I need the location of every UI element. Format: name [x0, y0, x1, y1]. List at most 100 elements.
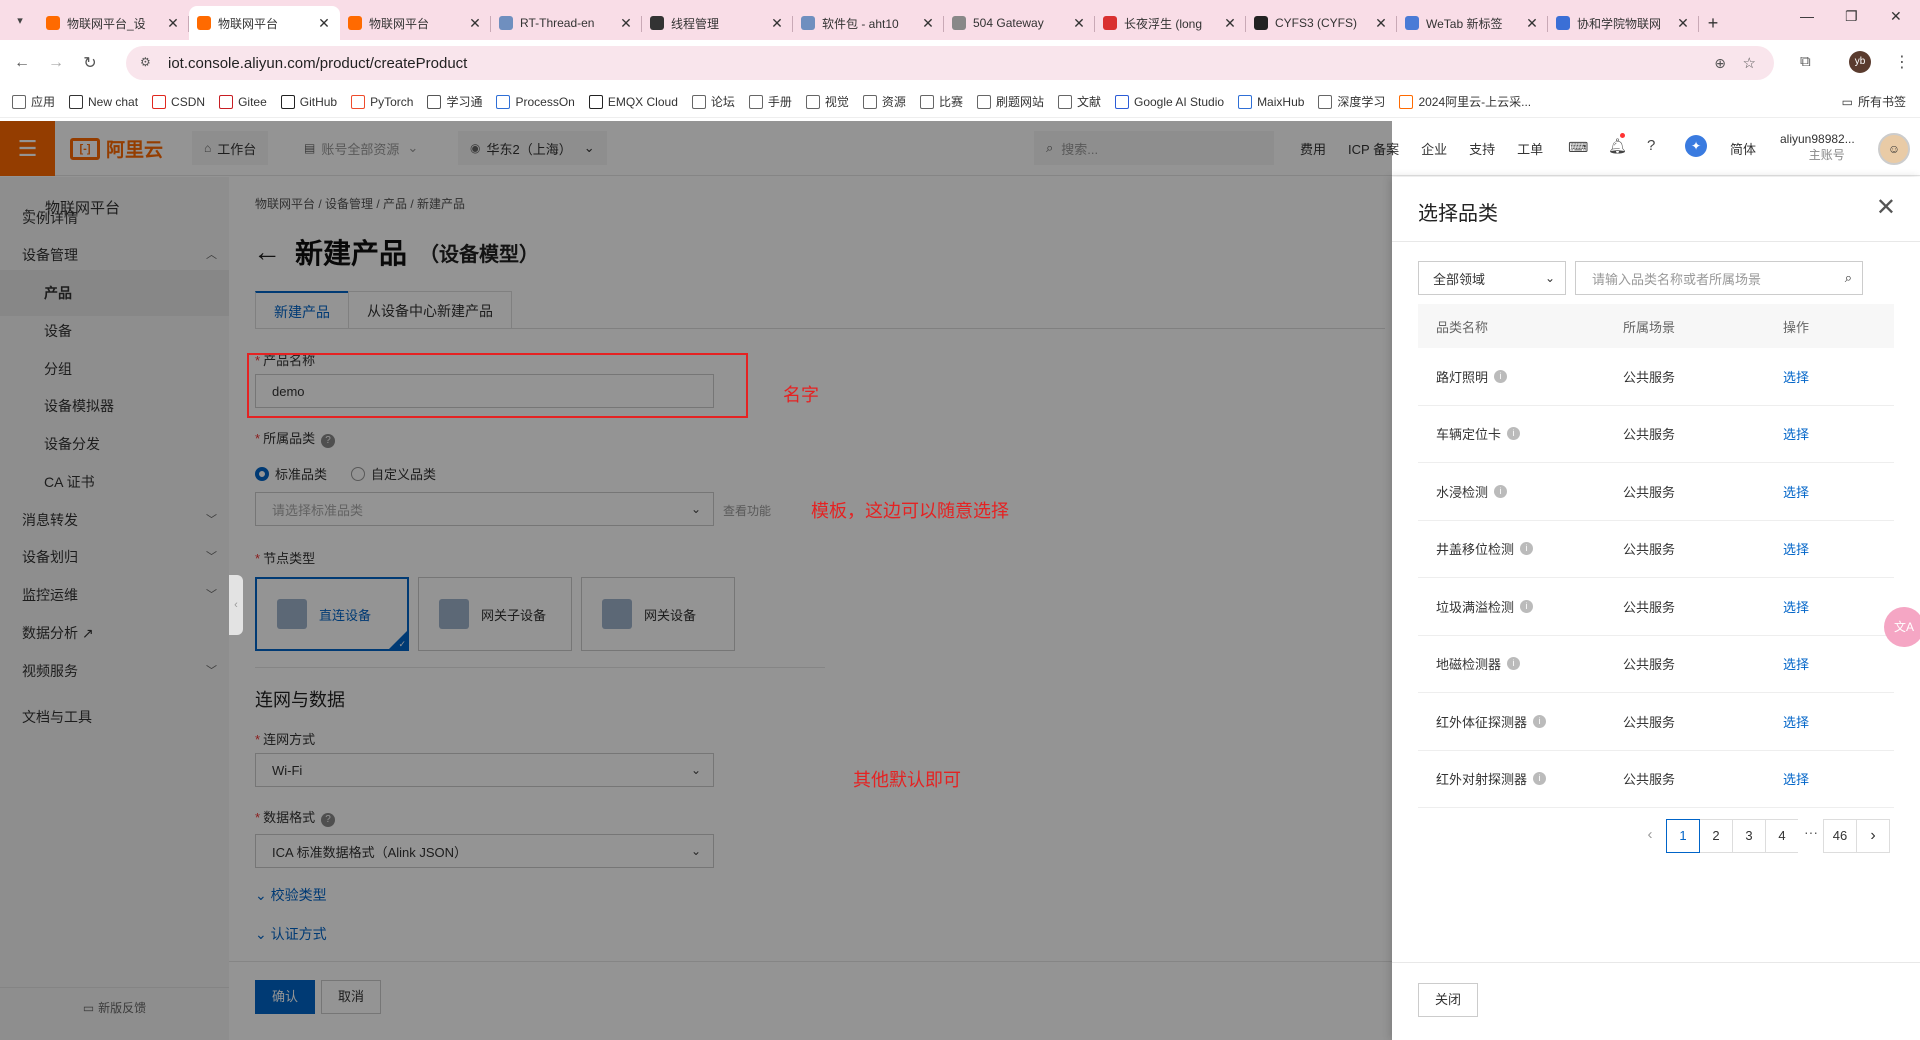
bookmark-item[interactable]: 手册: [748, 93, 792, 110]
info-icon[interactable]: i: [1507, 657, 1521, 671]
tab-close-icon[interactable]: ✕: [1222, 15, 1238, 32]
prev-page-icon[interactable]: ‹: [1633, 819, 1667, 853]
select-link[interactable]: 选择: [1783, 367, 1894, 386]
bookmark-item[interactable]: 应用: [12, 93, 55, 110]
cloud-shell-icon[interactable]: ⌨: [1568, 139, 1588, 156]
tab-close-icon[interactable]: ✕: [1373, 15, 1389, 32]
search-icon[interactable]: ⌕: [1845, 270, 1852, 286]
bookmark-item[interactable]: ProcessOn: [496, 94, 575, 109]
bookmark-item[interactable]: New chat: [69, 94, 138, 109]
bookmark-item[interactable]: EMQX Cloud: [588, 94, 678, 109]
bookmark-item[interactable]: 深度学习: [1318, 93, 1385, 110]
select-link[interactable]: 选择: [1783, 482, 1894, 501]
select-link[interactable]: 选择: [1783, 539, 1894, 558]
info-icon[interactable]: i: [1520, 599, 1534, 613]
all-bookmarks[interactable]: ▭ 所有书签: [1842, 93, 1906, 110]
user-info[interactable]: aliyun98982... 主账号: [1780, 131, 1855, 163]
page-button[interactable]: 4: [1765, 819, 1799, 853]
help-icon[interactable]: ?: [1647, 137, 1655, 154]
browser-tab[interactable]: CYFS3 (CYFS) ✕: [1246, 6, 1397, 40]
browser-tab[interactable]: 长夜浮生 (long ✕: [1095, 6, 1246, 40]
extensions-icon[interactable]: ⧉: [1800, 53, 1811, 70]
url-field[interactable]: ⚙ iot.console.aliyun.com/product/createP…: [126, 46, 1774, 80]
bookmark-item[interactable]: GitHub: [280, 94, 337, 109]
bookmark-item[interactable]: 资源: [862, 93, 906, 110]
select-link[interactable]: 选择: [1783, 597, 1894, 616]
bookmark-item[interactable]: 文献: [1057, 93, 1101, 110]
page-button[interactable]: 3: [1732, 819, 1766, 853]
bookmark-item[interactable]: 视觉: [805, 93, 849, 110]
forward-icon[interactable]: →: [44, 54, 68, 72]
bell-icon[interactable]: 🔔︎: [1608, 137, 1627, 155]
reload-icon[interactable]: ↻: [78, 53, 102, 73]
bookmark-item[interactable]: PyTorch: [351, 94, 413, 109]
browser-menu-icon[interactable]: ⋮: [1894, 52, 1910, 72]
maximize-icon[interactable]: ❐: [1845, 8, 1858, 25]
floating-translate-icon[interactable]: 文A: [1884, 607, 1920, 647]
bookmark-item[interactable]: 刷题网站: [976, 93, 1044, 110]
info-icon[interactable]: i: [1533, 714, 1547, 728]
tab-close-icon[interactable]: ✕: [920, 15, 936, 32]
tab-close-icon[interactable]: ✕: [316, 15, 332, 32]
page-button[interactable]: 2: [1699, 819, 1733, 853]
domain-select[interactable]: 全部领域 ⌄: [1418, 261, 1566, 295]
minimize-icon[interactable]: —: [1800, 8, 1814, 24]
category-search-input[interactable]: 请输入品类名称或者所属场景 ⌕: [1575, 261, 1863, 295]
bookmark-item[interactable]: 比赛: [919, 93, 963, 110]
tab-close-icon[interactable]: ✕: [618, 15, 634, 32]
select-link[interactable]: 选择: [1783, 654, 1894, 673]
bookmark-item[interactable]: CSDN: [152, 94, 205, 109]
bookmark-star-icon[interactable]: ☆: [1743, 54, 1756, 72]
browser-tab[interactable]: 物联网平台 ✕: [340, 6, 491, 40]
ai-assistant-icon[interactable]: ✦: [1685, 135, 1707, 157]
page-button[interactable]: 46: [1823, 819, 1857, 853]
info-icon[interactable]: i: [1494, 484, 1508, 498]
tab-close-icon[interactable]: ✕: [769, 15, 785, 32]
page-button[interactable]: 1: [1666, 819, 1700, 853]
back-icon[interactable]: ←: [10, 54, 34, 72]
close-window-icon[interactable]: ✕: [1890, 8, 1902, 25]
profile-avatar[interactable]: yb: [1849, 51, 1871, 73]
info-icon[interactable]: i: [1494, 369, 1508, 383]
next-page-icon[interactable]: ›: [1856, 819, 1890, 853]
language-toggle[interactable]: 简体: [1730, 139, 1756, 158]
tab-close-icon[interactable]: ✕: [467, 15, 483, 32]
drawer-close-button[interactable]: 关闭: [1418, 983, 1479, 1017]
tab-close-icon[interactable]: ✕: [165, 15, 181, 32]
top-link[interactable]: 工单: [1517, 139, 1543, 158]
bookmark-item[interactable]: Gitee: [219, 94, 267, 109]
bookmark-item[interactable]: 2024阿里云-上云采...: [1399, 93, 1531, 110]
info-icon[interactable]: i: [1507, 427, 1521, 441]
bookmark-item[interactable]: 论坛: [691, 93, 735, 110]
tab-close-icon[interactable]: ✕: [1675, 15, 1691, 32]
zoom-icon[interactable]: ⊕: [1714, 55, 1726, 72]
tab-close-icon[interactable]: ✕: [1071, 15, 1087, 32]
top-link[interactable]: 企业: [1421, 139, 1447, 158]
sidebar-collapse-handle[interactable]: ‹: [229, 575, 243, 635]
browser-tab[interactable]: 线程管理 ✕: [642, 6, 793, 40]
bookmark-item[interactable]: Google AI Studio: [1114, 94, 1224, 109]
browser-tab[interactable]: 软件包 - aht10 ✕: [793, 6, 944, 40]
browser-tab[interactable]: 协和学院物联网 ✕: [1548, 6, 1699, 40]
info-icon[interactable]: i: [1533, 772, 1547, 786]
browser-tab[interactable]: 504 Gateway ✕: [944, 6, 1095, 40]
browser-tab[interactable]: 物联网平台_设 ✕: [38, 6, 189, 40]
drawer-close-icon[interactable]: ✕: [1876, 193, 1896, 222]
new-tab-button[interactable]: +: [1699, 6, 1727, 40]
tab-search-icon[interactable]: ▾: [8, 8, 32, 32]
tab-close-icon[interactable]: ✕: [1524, 15, 1540, 32]
browser-tab[interactable]: RT-Thread-en ✕: [491, 6, 642, 40]
user-avatar[interactable]: ☺: [1878, 133, 1910, 165]
bookmark-item[interactable]: MaixHub: [1238, 94, 1304, 109]
browser-tab[interactable]: 物联网平台 ✕: [189, 6, 340, 40]
bookmark-item[interactable]: 学习通: [427, 93, 482, 110]
site-info-icon[interactable]: ⚙: [140, 55, 156, 71]
top-link[interactable]: 支持: [1469, 139, 1495, 158]
info-icon[interactable]: i: [1520, 542, 1534, 556]
select-link[interactable]: 选择: [1783, 769, 1894, 788]
tab-title: CYFS3 (CYFS): [1275, 16, 1358, 30]
select-link[interactable]: 选择: [1783, 712, 1894, 731]
modal-overlay[interactable]: [0, 121, 1392, 1040]
browser-tab[interactable]: WeTab 新标签 ✕: [1397, 6, 1548, 40]
select-link[interactable]: 选择: [1783, 424, 1894, 443]
